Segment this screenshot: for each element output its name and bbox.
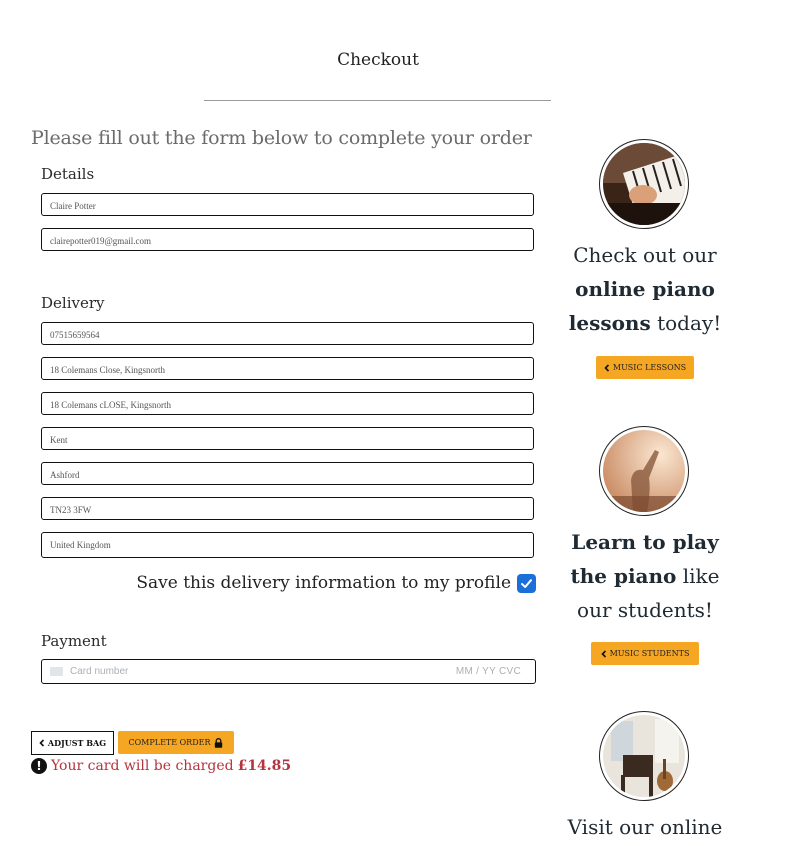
phone-input[interactable] (42, 324, 533, 346)
save-info-row: Save this delivery information to my pro… (136, 573, 536, 593)
charge-amount: £14.85 (237, 758, 292, 774)
chevron-left-icon (600, 649, 606, 658)
full-name-input[interactable] (42, 195, 533, 217)
checkmark-icon (521, 578, 532, 588)
music-lessons-button[interactable]: MUSIC LESSONS (596, 356, 694, 379)
promo-students-tail: like (676, 564, 720, 588)
promo-lessons-tail: today! (650, 311, 722, 335)
adjust-bag-button[interactable]: ADJUST BAG (31, 731, 114, 755)
county-input[interactable] (42, 429, 533, 451)
music-room-photo (603, 715, 685, 797)
promo-students-bold: Learn to play (571, 530, 719, 554)
card-icon (50, 667, 63, 676)
details-heading: Details (41, 165, 95, 183)
full-name-field[interactable] (41, 193, 534, 217)
promo-lessons-text: Check out our online piano lessons today… (560, 238, 730, 340)
exclamation-icon: ! (31, 758, 47, 774)
town-field[interactable] (41, 462, 534, 486)
title-divider (204, 100, 551, 101)
phone-field[interactable] (41, 322, 534, 346)
promo-store-text: Visit our online (560, 810, 730, 844)
promo-lessons-line1: Check out our (573, 243, 717, 267)
postcode-field[interactable] (41, 497, 534, 521)
street-address1-input[interactable] (42, 359, 533, 381)
promo-students-bold2: the piano (570, 564, 677, 588)
promo-students-line3: our students! (577, 598, 713, 622)
country-select[interactable] (42, 533, 533, 557)
promo-lessons-bold2: lessons (568, 311, 651, 335)
street-address2-field[interactable] (41, 392, 534, 416)
piano-hands-photo (603, 143, 685, 225)
delivery-heading: Delivery (41, 294, 105, 312)
payment-heading: Payment (41, 632, 107, 650)
promo-students-text: Learn to play the piano like our student… (560, 525, 730, 627)
country-field[interactable] (41, 532, 534, 558)
email-field[interactable] (41, 228, 534, 252)
piano-lessons-image (599, 139, 689, 229)
adjust-bag-label: ADJUST BAG (47, 738, 107, 748)
card-element[interactable]: Card number MM / YY CVC (41, 659, 536, 684)
music-students-button[interactable]: MUSIC STUDENTS (591, 642, 699, 665)
save-info-label: Save this delivery information to my pro… (136, 573, 511, 593)
form-intro: Please fill out the form below to comple… (31, 127, 532, 149)
promo-lessons-bold: online piano (575, 277, 715, 301)
student-piano-photo (603, 430, 685, 512)
online-store-image (599, 711, 689, 801)
complete-order-label: COMPLETE ORDER (128, 738, 211, 747)
lock-icon (215, 737, 223, 748)
chevron-left-icon (604, 363, 609, 372)
street-address2-input[interactable] (42, 394, 533, 416)
charge-notice: ! Your card will be charged £14.85 (31, 758, 291, 774)
card-number-placeholder[interactable]: Card number (70, 666, 128, 677)
music-lessons-label: MUSIC LESSONS (612, 363, 687, 372)
music-students-label: MUSIC STUDENTS (609, 649, 690, 658)
complete-order-button[interactable]: COMPLETE ORDER (118, 731, 234, 754)
save-info-checkbox[interactable] (517, 573, 536, 593)
promo-store-line1: Visit our online (567, 815, 723, 839)
chevron-left-icon (39, 739, 44, 747)
county-field[interactable] (41, 427, 534, 451)
street-address1-field[interactable] (41, 357, 534, 381)
email-input[interactable] (42, 230, 533, 252)
postcode-input[interactable] (42, 499, 533, 521)
town-input[interactable] (42, 464, 533, 486)
charge-text: Your card will be charged (51, 758, 234, 774)
students-image (599, 426, 689, 516)
expiry-cvc-placeholder[interactable]: MM / YY CVC (456, 666, 521, 677)
page-title: Checkout (337, 50, 419, 70)
